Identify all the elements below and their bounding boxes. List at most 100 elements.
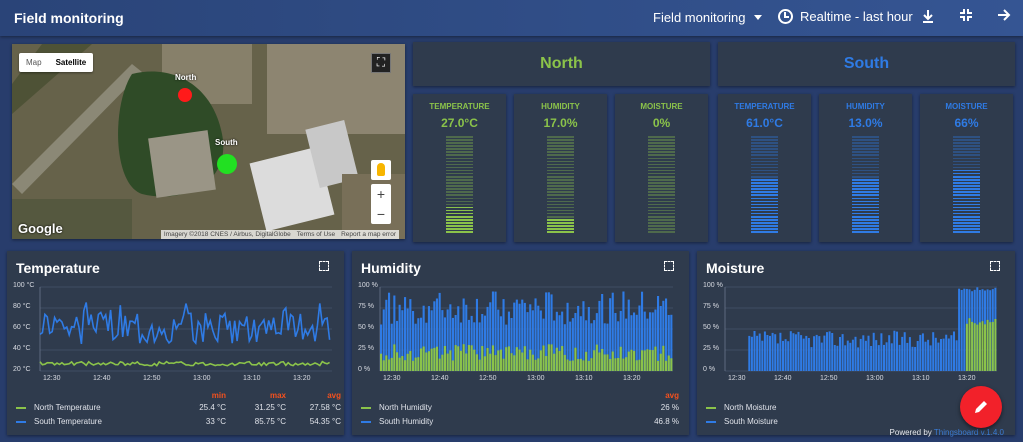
bar-north	[611, 351, 614, 371]
bar-north	[601, 349, 604, 371]
bar-south	[903, 332, 906, 371]
terms-link[interactable]: Terms of Use	[297, 231, 335, 238]
map-fullscreen-icon[interactable]: ⛶	[371, 53, 391, 73]
gauge-segment	[547, 148, 574, 150]
bar-south	[657, 296, 660, 371]
map-type-satellite[interactable]: Satellite	[49, 53, 94, 72]
gauge-segment	[751, 225, 778, 227]
gauge-segment	[648, 154, 675, 156]
arrow-right-icon[interactable]	[994, 8, 1014, 28]
legend-series-name: North Moisture	[724, 403, 777, 412]
bar-south	[805, 335, 808, 371]
x-tick-label: 12:40	[431, 375, 449, 382]
bar-south	[857, 347, 860, 371]
y-tick-label: 20 °C	[13, 366, 31, 373]
legend-swatch	[16, 421, 26, 423]
bar-south	[815, 334, 818, 371]
bar-north	[641, 350, 644, 371]
gauge-segment	[751, 200, 778, 203]
gauge-segment	[852, 145, 879, 147]
gauge-segment	[953, 209, 980, 212]
map-type-map[interactable]: Map	[19, 53, 49, 72]
edit-fab-button[interactable]	[960, 386, 1002, 428]
gauge-south-temperature: TEMPERATURE 61.0°C	[718, 94, 811, 242]
bar-north	[563, 354, 566, 371]
gauge-segment	[547, 194, 574, 196]
bar-north	[659, 353, 662, 371]
bar-south	[916, 341, 919, 371]
bar-north	[412, 360, 415, 371]
gauge-segment	[547, 185, 574, 187]
y-tick-label: 75 %	[703, 303, 719, 310]
bar-south	[864, 340, 867, 371]
bar-north	[665, 360, 668, 371]
gauge-segment	[648, 163, 675, 166]
zoom-in-button[interactable]: +	[371, 184, 391, 204]
gauge-segment	[547, 172, 574, 175]
dashboard-select[interactable]: Field monitoring	[653, 10, 762, 25]
gauge-segment	[852, 188, 879, 190]
bar-north	[649, 349, 652, 371]
marker-north[interactable]	[177, 87, 193, 103]
bar-north	[667, 355, 670, 371]
bar-north	[404, 360, 407, 371]
powered-brand-link[interactable]: Thingsboard v.1.4.0	[934, 428, 1004, 437]
fullscreen-exit-icon[interactable]	[956, 8, 976, 28]
legend-row[interactable]: South Temperature 33 °C 85.75 °C 54.35 °C	[16, 417, 341, 429]
x-tick-label: 13:20	[958, 375, 976, 382]
legend-row[interactable]: South Humidity 46.8 %	[361, 417, 681, 429]
bar-south	[893, 330, 896, 371]
gauge-segment	[751, 209, 778, 212]
bar-south	[924, 341, 927, 371]
legend-column-header: max	[269, 391, 286, 400]
bar-north	[467, 345, 470, 371]
gauge-segment	[446, 231, 473, 233]
download-icon[interactable]	[918, 8, 938, 28]
gauge-segment	[852, 151, 879, 153]
bar-south	[950, 335, 953, 371]
gauge-segment	[953, 136, 980, 138]
gauge-label: MOISTURE	[945, 102, 988, 111]
gauge-segment	[751, 176, 778, 178]
legend-value: 33 °C	[205, 417, 226, 426]
bar-south	[958, 288, 961, 371]
gauge-segment	[648, 225, 675, 227]
bar-north	[627, 351, 630, 371]
bar-north	[475, 354, 478, 371]
bar-south	[750, 336, 753, 371]
gauge-segment	[648, 185, 675, 187]
gauge-segment	[547, 163, 574, 166]
bar-north	[587, 360, 590, 371]
bar-north	[593, 350, 596, 371]
bar-south	[960, 290, 963, 371]
bar-north	[646, 349, 649, 371]
gauge-segment	[446, 148, 473, 150]
x-tick-label: 13:10	[243, 375, 261, 382]
bar-south	[823, 335, 826, 371]
gauge-segment	[852, 163, 879, 166]
bar-south	[758, 333, 761, 371]
gauge-segment	[852, 139, 879, 141]
legend-row[interactable]: North Temperature 25.4 °C 31.25 °C 27.58 °C	[16, 403, 341, 415]
legend-row[interactable]: North Humidity 26 %	[361, 403, 681, 415]
legend-series-name: South Moisture	[724, 417, 778, 426]
powered-prefix: Powered by	[889, 428, 932, 437]
map-widget[interactable]: Map Satellite North South ⛶ + − Google I…	[12, 44, 405, 239]
pegman-icon[interactable]	[371, 160, 391, 180]
zoom-out-button[interactable]: −	[371, 204, 391, 224]
timewindow-button[interactable]: Realtime - last hour	[778, 9, 913, 24]
bar-north	[994, 319, 997, 371]
bar-north	[417, 357, 420, 371]
clock-icon	[778, 9, 793, 24]
gauge-segment	[751, 157, 778, 160]
bar-north	[558, 351, 561, 371]
bar-north	[531, 354, 534, 371]
bar-south	[800, 335, 803, 371]
bar-south	[888, 335, 891, 371]
report-error-link[interactable]: Report a map error	[341, 231, 396, 238]
marker-south[interactable]	[216, 153, 238, 175]
legend-column-header: avg	[665, 391, 679, 400]
gauge-segment	[446, 179, 473, 181]
gauge-segment	[751, 191, 778, 193]
gauge-segment	[751, 139, 778, 141]
